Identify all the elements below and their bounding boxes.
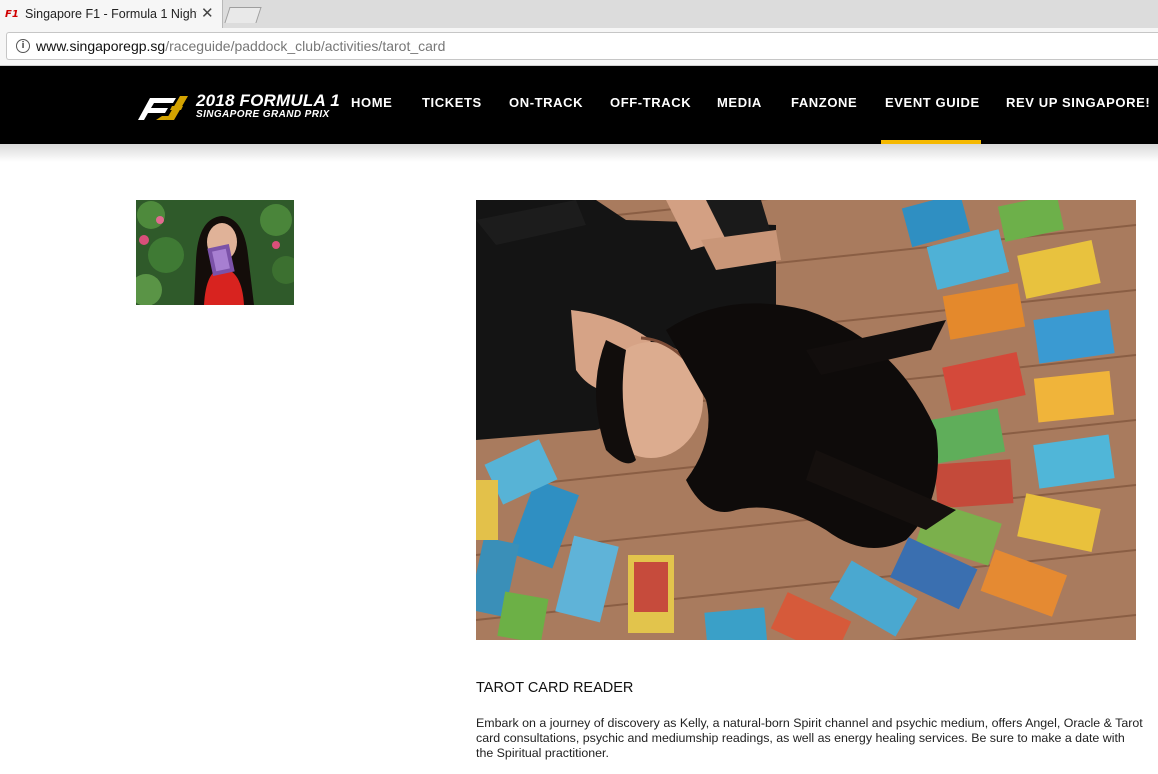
nav-tickets[interactable]: TICKETS	[422, 95, 482, 110]
site-header: 2018 FORMULA 1 SINGAPORE GRAND PRIX HOME…	[0, 66, 1158, 144]
nav-off-track[interactable]: OFF-TRACK	[610, 95, 691, 110]
nav-rev-up-singapore[interactable]: REV UP SINGAPORE!	[1006, 95, 1150, 110]
nav-on-track[interactable]: ON-TRACK	[509, 95, 583, 110]
article-body: Embark on a journey of discovery as Kell…	[476, 716, 1143, 760]
new-tab-button[interactable]	[224, 7, 262, 23]
url-input[interactable]: i www.singaporegp.sg/raceguide/paddock_c…	[6, 32, 1158, 60]
info-icon[interactable]: i	[16, 39, 30, 53]
article-title: TAROT CARD READER	[476, 680, 634, 696]
thumbnail-photo	[136, 200, 294, 305]
thumbnail-image[interactable]	[136, 200, 294, 305]
f1-logo-icon	[138, 96, 188, 120]
nav-event-guide[interactable]: EVENT GUIDE	[885, 95, 980, 110]
header-shadow	[0, 144, 1158, 162]
browser-tab-bar: F1 Singapore F1 - Formula 1 Night ✕	[0, 0, 1158, 28]
nav-fanzone[interactable]: FANZONE	[791, 95, 857, 110]
tarot-hero-photo	[476, 200, 1136, 640]
logo-subtitle: SINGAPORE GRAND PRIX	[196, 109, 330, 120]
hero-image	[476, 200, 1136, 640]
f1-favicon-icon: F1	[5, 9, 19, 20]
tab-title: Singapore F1 - Formula 1 Night	[25, 7, 197, 21]
nav-media[interactable]: MEDIA	[717, 95, 762, 110]
logo-title: 2018 FORMULA 1	[196, 91, 340, 110]
browser-tab[interactable]: F1 Singapore F1 - Formula 1 Night ✕	[0, 0, 223, 28]
nav-home[interactable]: HOME	[351, 95, 392, 110]
url-text: www.singaporegp.sg/raceguide/paddock_clu…	[36, 38, 445, 54]
address-bar: i www.singaporegp.sg/raceguide/paddock_c…	[0, 28, 1158, 66]
url-domain: www.singaporegp.sg	[36, 38, 166, 54]
url-path: /raceguide/paddock_club/activities/tarot…	[165, 38, 446, 54]
tab-close-icon[interactable]: ✕	[201, 4, 214, 22]
